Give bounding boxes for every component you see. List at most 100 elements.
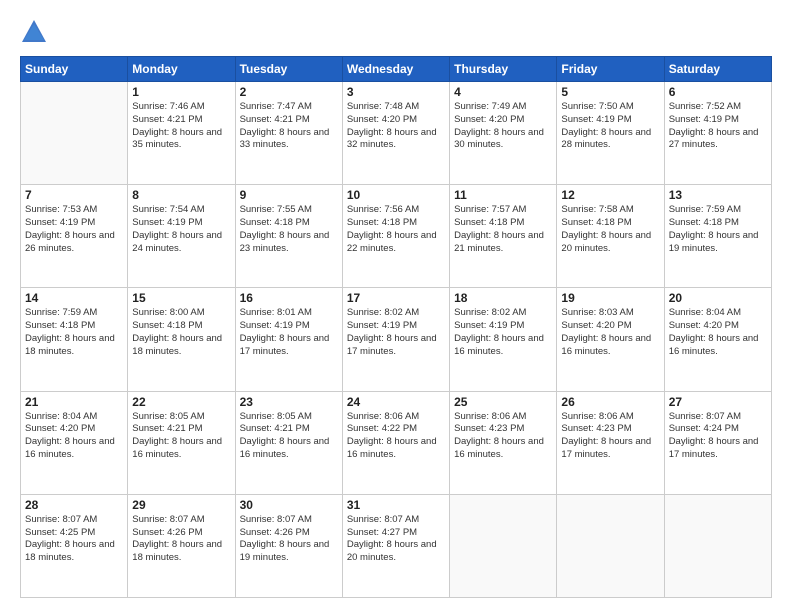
calendar-cell: 17Sunrise: 8:02 AM Sunset: 4:19 PM Dayli… xyxy=(342,288,449,391)
day-number: 31 xyxy=(347,498,445,512)
day-info: Sunrise: 7:47 AM Sunset: 4:21 PM Dayligh… xyxy=(240,101,338,152)
calendar-cell xyxy=(450,494,557,597)
day-number: 9 xyxy=(240,188,338,202)
day-number: 6 xyxy=(669,85,767,99)
day-info: Sunrise: 7:57 AM Sunset: 4:18 PM Dayligh… xyxy=(454,204,552,255)
day-number: 20 xyxy=(669,291,767,305)
calendar-week-row: 21Sunrise: 8:04 AM Sunset: 4:20 PM Dayli… xyxy=(21,391,772,494)
calendar-cell: 12 Sunrise: 7:58 AM Sunset: 4:18 PM Dayli… xyxy=(557,185,664,288)
day-number: 8 xyxy=(132,188,230,202)
logo xyxy=(20,18,54,46)
page: SundayMondayTuesdayWednesdayThursdayFrid… xyxy=(0,0,792,612)
calendar-cell xyxy=(21,82,128,185)
day-number: 5 xyxy=(561,85,659,99)
weekday-header-friday: Friday xyxy=(557,57,664,82)
day-number: 26 xyxy=(561,395,659,409)
weekday-header-monday: Monday xyxy=(128,57,235,82)
calendar-week-row: 1 Sunrise: 7:46 AM Sunset: 4:21 PM Daylig… xyxy=(21,82,772,185)
day-info: Sunrise: 7:59 AM Sunset: 4:18 PM Dayligh… xyxy=(669,204,767,255)
day-number: 10 xyxy=(347,188,445,202)
day-number: 19 xyxy=(561,291,659,305)
calendar-cell: 22Sunrise: 8:05 AM Sunset: 4:21 PM Dayli… xyxy=(128,391,235,494)
day-info: Sunrise: 7:58 AM Sunset: 4:18 PM Dayligh… xyxy=(561,204,659,255)
calendar-cell: 5 Sunrise: 7:50 AM Sunset: 4:19 PM Daylig… xyxy=(557,82,664,185)
calendar-cell: 30 Sunrise: 8:07 AM Sunset: 4:26 PM Dayli… xyxy=(235,494,342,597)
calendar-cell: 11 Sunrise: 7:57 AM Sunset: 4:18 PM Dayli… xyxy=(450,185,557,288)
header xyxy=(20,18,772,46)
calendar-cell: 3 Sunrise: 7:48 AM Sunset: 4:20 PM Daylig… xyxy=(342,82,449,185)
calendar-cell: 15 Sunrise: 8:00 AM Sunset: 4:18 PM Dayli… xyxy=(128,288,235,391)
day-info: Sunrise: 8:00 AM Sunset: 4:18 PM Dayligh… xyxy=(132,307,230,358)
calendar-cell: 13 Sunrise: 7:59 AM Sunset: 4:18 PM Dayli… xyxy=(664,185,771,288)
day-number: 24 xyxy=(347,395,445,409)
calendar-cell: 18 Sunrise: 8:02 AM Sunset: 4:19 PM Dayli… xyxy=(450,288,557,391)
day-number: 25 xyxy=(454,395,552,409)
day-number: 3 xyxy=(347,85,445,99)
day-info: Sunrise: 7:53 AM Sunset: 4:19 PM Dayligh… xyxy=(25,204,123,255)
calendar-cell: 1 Sunrise: 7:46 AM Sunset: 4:21 PM Daylig… xyxy=(128,82,235,185)
weekday-header-tuesday: Tuesday xyxy=(235,57,342,82)
day-number: 29 xyxy=(132,498,230,512)
day-info: Sunrise: 7:52 AM Sunset: 4:19 PM Dayligh… xyxy=(669,101,767,152)
calendar-cell: 20 Sunrise: 8:04 AM Sunset: 4:20 PM Dayli… xyxy=(664,288,771,391)
calendar-cell: 26 Sunrise: 8:06 AM Sunset: 4:23 PM Dayli… xyxy=(557,391,664,494)
day-info: Sunrise: 8:04 AM Sunset: 4:20 PM Dayligh… xyxy=(669,307,767,358)
weekday-header-row: SundayMondayTuesdayWednesdayThursdayFrid… xyxy=(21,57,772,82)
day-info: Sunrise: 7:59 AM Sunset: 4:18 PM Dayligh… xyxy=(25,307,123,358)
day-number: 17 xyxy=(347,291,445,305)
day-number: 18 xyxy=(454,291,552,305)
day-info: Sunrise: 7:46 AM Sunset: 4:21 PM Dayligh… xyxy=(132,101,230,152)
day-info: Sunrise: 8:06 AM Sunset: 4:23 PM Dayligh… xyxy=(454,411,552,462)
day-number: 30 xyxy=(240,498,338,512)
day-number: 21 xyxy=(25,395,123,409)
weekday-header-thursday: Thursday xyxy=(450,57,557,82)
calendar-cell: 6 Sunrise: 7:52 AM Sunset: 4:19 PM Daylig… xyxy=(664,82,771,185)
calendar-week-row: 28 Sunrise: 8:07 AM Sunset: 4:25 PM Dayli… xyxy=(21,494,772,597)
day-info: Sunrise: 8:07 AM Sunset: 4:25 PM Dayligh… xyxy=(25,514,123,565)
day-info: Sunrise: 8:07 AM Sunset: 4:27 PM Dayligh… xyxy=(347,514,445,565)
day-number: 13 xyxy=(669,188,767,202)
day-info: Sunrise: 8:07 AM Sunset: 4:26 PM Dayligh… xyxy=(240,514,338,565)
day-info: Sunrise: 8:05 AM Sunset: 4:21 PM Dayligh… xyxy=(240,411,338,462)
calendar-cell: 2 Sunrise: 7:47 AM Sunset: 4:21 PM Daylig… xyxy=(235,82,342,185)
day-number: 4 xyxy=(454,85,552,99)
calendar-cell xyxy=(557,494,664,597)
calendar-cell: 25 Sunrise: 8:06 AM Sunset: 4:23 PM Dayli… xyxy=(450,391,557,494)
calendar-cell: 14Sunrise: 7:59 AM Sunset: 4:18 PM Dayli… xyxy=(21,288,128,391)
day-number: 7 xyxy=(25,188,123,202)
day-info: Sunrise: 7:54 AM Sunset: 4:19 PM Dayligh… xyxy=(132,204,230,255)
calendar-cell: 23 Sunrise: 8:05 AM Sunset: 4:21 PM Dayli… xyxy=(235,391,342,494)
weekday-header-saturday: Saturday xyxy=(664,57,771,82)
day-info: Sunrise: 8:02 AM Sunset: 4:19 PM Dayligh… xyxy=(454,307,552,358)
calendar-cell: 28 Sunrise: 8:07 AM Sunset: 4:25 PM Dayli… xyxy=(21,494,128,597)
day-number: 28 xyxy=(25,498,123,512)
calendar-cell: 29Sunrise: 8:07 AM Sunset: 4:26 PM Dayli… xyxy=(128,494,235,597)
day-number: 23 xyxy=(240,395,338,409)
day-number: 11 xyxy=(454,188,552,202)
day-info: Sunrise: 8:01 AM Sunset: 4:19 PM Dayligh… xyxy=(240,307,338,358)
calendar-cell: 31 Sunrise: 8:07 AM Sunset: 4:27 PM Dayli… xyxy=(342,494,449,597)
day-number: 12 xyxy=(561,188,659,202)
calendar-cell: 8 Sunrise: 7:54 AM Sunset: 4:19 PM Daylig… xyxy=(128,185,235,288)
day-number: 1 xyxy=(132,85,230,99)
day-number: 2 xyxy=(240,85,338,99)
calendar-cell: 10 Sunrise: 7:56 AM Sunset: 4:18 PM Dayli… xyxy=(342,185,449,288)
day-info: Sunrise: 8:06 AM Sunset: 4:23 PM Dayligh… xyxy=(561,411,659,462)
logo-icon xyxy=(20,18,48,46)
day-info: Sunrise: 7:48 AM Sunset: 4:20 PM Dayligh… xyxy=(347,101,445,152)
calendar-week-row: 7 Sunrise: 7:53 AM Sunset: 4:19 PM Daylig… xyxy=(21,185,772,288)
day-info: Sunrise: 8:06 AM Sunset: 4:22 PM Dayligh… xyxy=(347,411,445,462)
day-info: Sunrise: 7:55 AM Sunset: 4:18 PM Dayligh… xyxy=(240,204,338,255)
day-number: 15 xyxy=(132,291,230,305)
day-info: Sunrise: 7:56 AM Sunset: 4:18 PM Dayligh… xyxy=(347,204,445,255)
calendar-cell: 7 Sunrise: 7:53 AM Sunset: 4:19 PM Daylig… xyxy=(21,185,128,288)
day-number: 16 xyxy=(240,291,338,305)
calendar-cell: 16 Sunrise: 8:01 AM Sunset: 4:19 PM Dayli… xyxy=(235,288,342,391)
day-info: Sunrise: 7:50 AM Sunset: 4:19 PM Dayligh… xyxy=(561,101,659,152)
day-info: Sunrise: 8:07 AM Sunset: 4:24 PM Dayligh… xyxy=(669,411,767,462)
calendar-cell: 19Sunrise: 8:03 AM Sunset: 4:20 PM Dayli… xyxy=(557,288,664,391)
calendar-week-row: 14Sunrise: 7:59 AM Sunset: 4:18 PM Dayli… xyxy=(21,288,772,391)
calendar-cell: 24 Sunrise: 8:06 AM Sunset: 4:22 PM Dayli… xyxy=(342,391,449,494)
day-number: 22 xyxy=(132,395,230,409)
weekday-header-sunday: Sunday xyxy=(21,57,128,82)
